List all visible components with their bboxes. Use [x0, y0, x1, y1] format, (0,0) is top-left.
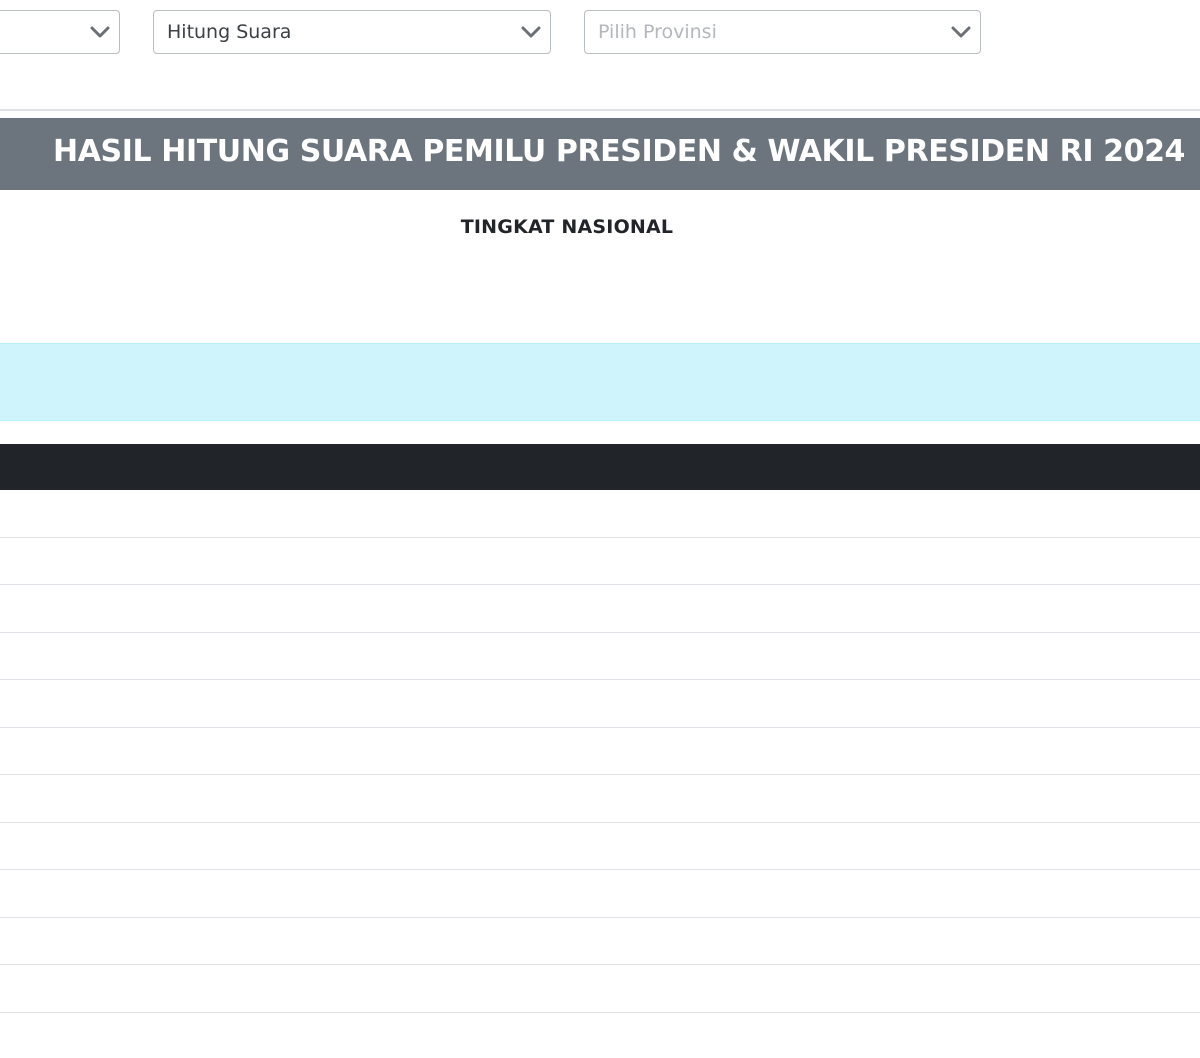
table-row: [0, 728, 1200, 775]
results-table: [0, 444, 1200, 1013]
table-row: [0, 680, 1200, 728]
info-alert: [0, 343, 1200, 421]
table-row: [0, 775, 1200, 823]
type-select-value: Hitung Suara: [167, 21, 292, 43]
chevron-down-icon: [521, 26, 541, 38]
table-row: [0, 633, 1200, 680]
table-row: [0, 490, 1200, 538]
table-row: [0, 918, 1200, 965]
chevron-down-icon: [90, 26, 110, 38]
title-bar: HASIL HITUNG SUARA PEMILU PRESIDEN & WAK…: [0, 118, 1200, 190]
table-row: [0, 538, 1200, 585]
table-row: [0, 585, 1200, 633]
section-divider: [0, 109, 1200, 111]
table-row: [0, 965, 1200, 1013]
province-select[interactable]: Pilih Provinsi: [584, 10, 981, 54]
page-title: HASIL HITUNG SUARA PEMILU PRESIDEN & WAK…: [53, 134, 1186, 169]
table-row: [0, 823, 1200, 870]
table-header: [0, 444, 1200, 490]
page-subtitle: TINGKAT NASIONAL: [460, 216, 674, 238]
table-row: [0, 870, 1200, 918]
chevron-down-icon: [951, 26, 971, 38]
election-select[interactable]: [0, 10, 120, 54]
type-select[interactable]: Hitung Suara: [153, 10, 551, 54]
province-select-placeholder: Pilih Provinsi: [598, 21, 717, 43]
